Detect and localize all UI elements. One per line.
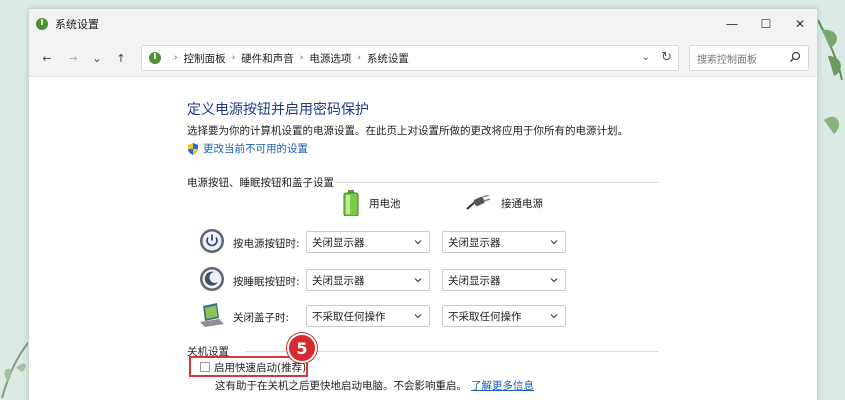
page-description: 选择要为你的计算机设置的电源设置。在此页上对设置所做的更改将应用于你所有的电源计… <box>187 125 628 137</box>
uac-shield-icon <box>187 142 199 155</box>
title-bar: 系统设置 — ☐ ✕ <box>29 9 817 39</box>
chevron-down-icon <box>413 311 423 324</box>
select-value: 不采取任何操作 <box>312 310 386 323</box>
chevron-down-icon <box>549 275 559 288</box>
fast-startup-label[interactable]: 启用快速启动(推荐) <box>214 360 306 375</box>
select-value: 关闭显示器 <box>448 236 501 249</box>
power-button-icon <box>200 229 224 253</box>
fast-startup-checkbox[interactable] <box>200 362 210 372</box>
select-value: 关闭显示器 <box>312 274 365 287</box>
power-plug-icon <box>465 195 491 211</box>
breadcrumb-separator: › <box>174 53 178 63</box>
section-divider <box>336 182 658 183</box>
window-title: 系统设置 <box>55 18 99 31</box>
select-value: 不采取任何操作 <box>448 310 522 323</box>
breadcrumb-control-panel[interactable]: 控制面板 <box>184 51 226 66</box>
lid-close-battery-select[interactable]: 不采取任何操作 <box>306 305 430 327</box>
chevron-down-icon <box>413 237 423 250</box>
minimize-button[interactable]: — <box>715 9 749 39</box>
plugged-in-column-label: 接通电源 <box>501 197 543 210</box>
navigation-bar: ← → ⌄ ↑ › 控制面板 › 硬件和声音 › 电源选项 › 系统设置 ⌄ ↻… <box>29 39 817 77</box>
breadcrumb-separator: › <box>299 53 304 63</box>
chevron-down-icon <box>549 237 559 250</box>
close-button[interactable]: ✕ <box>783 9 817 39</box>
forward-arrow-icon[interactable]: → <box>65 50 81 66</box>
page-title: 定义电源按钮并启用密码保护 <box>187 102 369 118</box>
battery-column-label: 用电池 <box>369 197 401 210</box>
system-settings-window: 系统设置 — ☐ ✕ ← → ⌄ ↑ › 控制面板 › 硬件和声音 › 电源选项… <box>28 8 818 400</box>
chevron-down-icon <box>413 275 423 288</box>
power-button-plugged-select[interactable]: 关闭显示器 <box>442 231 566 253</box>
address-dropdown-icon[interactable]: ⌄ <box>642 52 650 63</box>
breadcrumb-separator: › <box>357 53 361 63</box>
sleep-button-plugged-select[interactable]: 关闭显示器 <box>442 269 566 291</box>
step-badge: 5 <box>287 333 317 363</box>
maximize-button[interactable]: ☐ <box>749 9 783 39</box>
breadcrumb-power-options[interactable]: 电源选项 <box>309 51 351 66</box>
chevron-down-icon <box>549 311 559 324</box>
power-options-app-icon <box>35 17 49 31</box>
plugged-in-column-header: 接通电源 <box>465 195 543 211</box>
breadcrumb-hardware-sound[interactable]: 硬件和声音 <box>241 51 294 66</box>
sleep-button-icon <box>200 267 224 291</box>
fast-startup-description-text: 这有助于在关机之后更快地启动电脑。不会影响重启。 <box>215 380 467 392</box>
select-value: 关闭显示器 <box>312 236 365 249</box>
select-value: 关闭显示器 <box>448 274 501 287</box>
power-button-battery-select[interactable]: 关闭显示器 <box>306 231 430 253</box>
change-unavailable-settings-link[interactable]: 更改当前不可用的设置 <box>187 141 308 156</box>
up-arrow-icon[interactable]: ↑ <box>113 50 129 66</box>
breadcrumb-system-settings[interactable]: 系统设置 <box>367 51 409 66</box>
search-input[interactable]: 搜索控制面板 <box>689 45 809 71</box>
search-icon <box>789 51 801 66</box>
learn-more-link[interactable]: 了解更多信息 <box>471 380 534 392</box>
lid-close-label: 关闭盖子时: <box>233 312 290 324</box>
control-panel-icon <box>148 51 162 65</box>
breadcrumb-separator: › <box>231 53 236 63</box>
refresh-icon[interactable]: ↻ <box>661 50 672 65</box>
search-placeholder: 搜索控制面板 <box>697 54 757 66</box>
buttons-section-title: 电源按钮、睡眠按钮和盖子设置 <box>187 177 334 189</box>
change-link-label: 更改当前不可用的设置 <box>203 143 308 155</box>
recent-locations-chevron-icon[interactable]: ⌄ <box>89 50 105 66</box>
address-bar[interactable]: › 控制面板 › 硬件和声音 › 电源选项 › 系统设置 ⌄ ↻ <box>141 45 679 71</box>
breadcrumb: › 控制面板 › 硬件和声音 › 电源选项 › 系统设置 <box>168 51 409 66</box>
sleep-button-label: 按睡眠按钮时: <box>233 276 300 288</box>
main-content: 定义电源按钮并启用密码保护 选择要为你的计算机设置的电源设置。在此页上对设置所做… <box>29 77 817 400</box>
lid-close-plugged-select[interactable]: 不采取任何操作 <box>442 305 566 327</box>
back-arrow-icon[interactable]: ← <box>39 50 55 66</box>
laptop-lid-icon <box>200 303 224 327</box>
battery-icon <box>343 190 359 216</box>
sleep-button-battery-select[interactable]: 关闭显示器 <box>306 269 430 291</box>
fast-startup-description: 这有助于在关机之后更快地启动电脑。不会影响重启。 了解更多信息 <box>215 378 534 393</box>
battery-column-header: 用电池 <box>343 190 401 216</box>
power-button-label: 按电源按钮时: <box>233 238 300 250</box>
